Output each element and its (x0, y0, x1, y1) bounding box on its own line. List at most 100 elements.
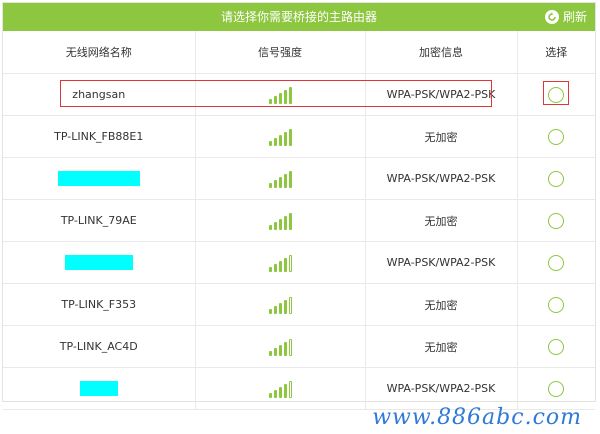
signal-bar (273, 221, 277, 230)
signal-bar (288, 338, 292, 356)
signal-cell (195, 115, 366, 158)
signal-bar (268, 266, 272, 272)
signal-bar (268, 98, 272, 104)
ssid-label: TP-LINK_F353 (61, 298, 137, 311)
signal-bar (283, 257, 287, 272)
signal-bar (278, 260, 282, 272)
column-header-encryption: 加密信息 (365, 31, 518, 74)
signal-bar (288, 296, 292, 314)
signal-bar (273, 347, 277, 356)
signal-bar (278, 218, 282, 230)
select-radio[interactable] (548, 128, 565, 145)
ssid-cell (3, 157, 196, 200)
table-row[interactable]: WPA-PSK/WPA2-PSK (3, 157, 595, 200)
select-radio[interactable] (548, 296, 565, 313)
select-radio[interactable] (548, 86, 565, 103)
column-header-signal: 信号强度 (195, 31, 366, 74)
select-cell (517, 367, 595, 410)
router-select-panel: 请选择你需要桥接的主路由器 刷新 无线网络名称 信号强度 加密信息 选择 zha… (2, 2, 596, 410)
table-row[interactable]: WPA-PSK/WPA2-PSK (3, 367, 595, 410)
encryption-cell: 无加密 (365, 199, 518, 242)
signal-bar (273, 95, 277, 104)
signal-bar (278, 386, 282, 398)
refresh-button[interactable]: 刷新 (544, 3, 587, 31)
signal-strength-icon (268, 212, 292, 230)
signal-bar (278, 344, 282, 356)
signal-bar (283, 131, 287, 146)
signal-bar (288, 86, 292, 104)
ssid-label: TP-LINK_AC4D (59, 340, 138, 353)
ssid-cell (3, 367, 196, 410)
signal-bar (268, 224, 272, 230)
table-row[interactable]: TP-LINK_F353 无加密 (3, 283, 595, 326)
encryption-cell: WPA-PSK/WPA2-PSK (365, 73, 518, 116)
signal-bar (268, 392, 272, 398)
select-cell (517, 73, 595, 116)
watermark-text: www.886abc.com (372, 405, 582, 430)
ssid-cell: zhangsan (3, 73, 196, 116)
signal-bar (283, 173, 287, 188)
refresh-icon (544, 10, 559, 24)
ssid-label: TP-LINK_79AE (60, 214, 137, 227)
encryption-cell: 无加密 (365, 325, 518, 368)
signal-bar (288, 170, 292, 188)
select-cell (517, 241, 595, 284)
signal-bar (288, 380, 292, 398)
signal-strength-icon (268, 128, 292, 146)
ssid-redaction (64, 255, 133, 270)
signal-strength-icon (268, 338, 292, 356)
ssid-cell: TP-LINK_FB88E1 (3, 115, 196, 158)
select-cell (517, 115, 595, 158)
signal-cell (195, 73, 366, 116)
table-row[interactable]: TP-LINK_AC4D 无加密 (3, 325, 595, 368)
column-header-name: 无线网络名称 (3, 31, 196, 74)
table-row[interactable]: zhangsan WPA-PSK/WPA2-PSK (3, 73, 595, 116)
title-bar: 请选择你需要桥接的主路由器 刷新 (3, 3, 595, 31)
select-radio[interactable] (548, 338, 565, 355)
select-radio[interactable] (548, 254, 565, 271)
table-row[interactable]: TP-LINK_FB88E1 无加密 (3, 115, 595, 158)
table-row[interactable]: TP-LINK_79AE 无加密 (3, 199, 595, 242)
signal-strength-icon (268, 380, 292, 398)
signal-cell (195, 283, 366, 326)
signal-bar (283, 341, 287, 356)
signal-bar (288, 254, 292, 272)
encryption-cell: 无加密 (365, 283, 518, 326)
select-radio[interactable] (548, 380, 565, 397)
signal-bar (268, 140, 272, 146)
select-radio[interactable] (548, 212, 565, 229)
signal-bar (268, 350, 272, 356)
ssid-label: TP-LINK_FB88E1 (54, 130, 144, 143)
signal-strength-icon (268, 86, 292, 104)
ssid-redaction (79, 381, 118, 396)
signal-bar (278, 92, 282, 104)
signal-bar (268, 308, 272, 314)
network-table: 无线网络名称 信号强度 加密信息 选择 zhangsan WPA-PSK/WPA2… (3, 31, 595, 410)
signal-bar (273, 389, 277, 398)
signal-bar (283, 215, 287, 230)
signal-bar (273, 137, 277, 146)
signal-bar (278, 134, 282, 146)
signal-bar (273, 263, 277, 272)
signal-bar (273, 305, 277, 314)
panel-title: 请选择你需要桥接的主路由器 (220, 10, 377, 24)
signal-bar (268, 182, 272, 188)
signal-bar (288, 128, 292, 146)
ssid-label: zhangsan (72, 88, 126, 101)
table-header-row: 无线网络名称 信号强度 加密信息 选择 (3, 31, 595, 74)
signal-cell (195, 325, 366, 368)
refresh-label: 刷新 (562, 10, 587, 24)
table-row[interactable]: WPA-PSK/WPA2-PSK (3, 241, 595, 284)
ssid-cell: TP-LINK_AC4D (3, 325, 196, 368)
select-cell (517, 157, 595, 200)
encryption-cell: WPA-PSK/WPA2-PSK (365, 241, 518, 284)
encryption-cell: 无加密 (365, 115, 518, 158)
signal-bar (283, 299, 287, 314)
ssid-cell: TP-LINK_F353 (3, 283, 196, 326)
signal-strength-icon (268, 254, 292, 272)
signal-bar (273, 179, 277, 188)
select-radio[interactable] (548, 170, 565, 187)
signal-bar (278, 302, 282, 314)
column-header-select: 选择 (517, 31, 595, 74)
encryption-cell: WPA-PSK/WPA2-PSK (365, 367, 518, 410)
